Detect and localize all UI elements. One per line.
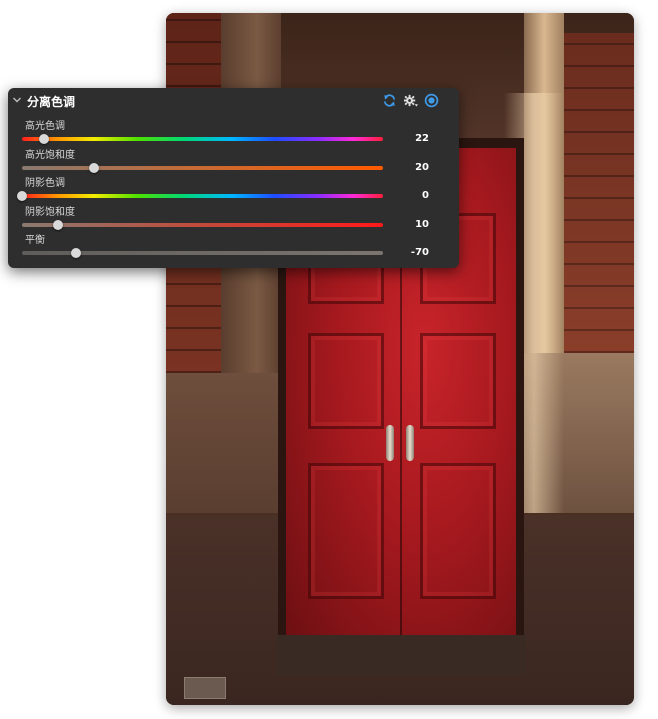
slider-value[interactable]: -70 xyxy=(389,247,429,258)
slider-thumb[interactable] xyxy=(38,134,49,144)
slider-thumb[interactable] xyxy=(53,219,64,230)
photo-stone-left xyxy=(166,373,281,513)
slider-thumb[interactable] xyxy=(17,191,27,201)
photo-plate xyxy=(184,677,226,699)
reset-icon[interactable] xyxy=(382,93,397,108)
panel-title: 分离色调 xyxy=(27,95,76,109)
slider-thumb[interactable] xyxy=(89,162,100,173)
slider-track[interactable] xyxy=(22,165,383,170)
slider-label: 阴影饱和度 xyxy=(25,206,75,218)
door-handle-right xyxy=(406,425,414,461)
slider-label: 高光色调 xyxy=(25,121,65,132)
split-toning-panel: 分离色调 高光色调 22 高光饱和度 20 阴影色调 0 阴影饱和度 10 平衡… xyxy=(8,88,459,268)
stage: 分离色调 高光色调 22 高光饱和度 20 阴影色调 0 阴影饱和度 10 平衡… xyxy=(0,0,658,719)
slider-label: 高光饱和度 xyxy=(25,149,75,161)
slider-track[interactable] xyxy=(22,194,383,198)
door-panel xyxy=(308,463,384,599)
panel-header: 分离色调 xyxy=(8,88,459,114)
slider-value[interactable]: 10 xyxy=(389,219,429,230)
slider-value[interactable]: 0 xyxy=(389,190,429,201)
slider-label: 阴影色调 xyxy=(25,178,65,189)
photo-step xyxy=(276,635,526,675)
slider-track[interactable] xyxy=(22,137,383,141)
photo-brick-right xyxy=(564,33,634,353)
slider-value[interactable]: 20 xyxy=(389,162,429,173)
door-panel xyxy=(420,463,496,599)
settings-gear-icon[interactable] xyxy=(403,93,418,108)
door-panel xyxy=(420,333,496,429)
door-panel xyxy=(308,333,384,429)
slider-value[interactable]: 22 xyxy=(389,133,429,144)
slider-thumb[interactable] xyxy=(71,248,82,258)
slider-label: 平衡 xyxy=(25,235,45,246)
door-handle-left xyxy=(386,425,394,461)
slider-track[interactable] xyxy=(22,222,383,227)
enable-toggle-icon[interactable] xyxy=(424,93,439,108)
chevron-down-icon[interactable] xyxy=(12,95,22,105)
